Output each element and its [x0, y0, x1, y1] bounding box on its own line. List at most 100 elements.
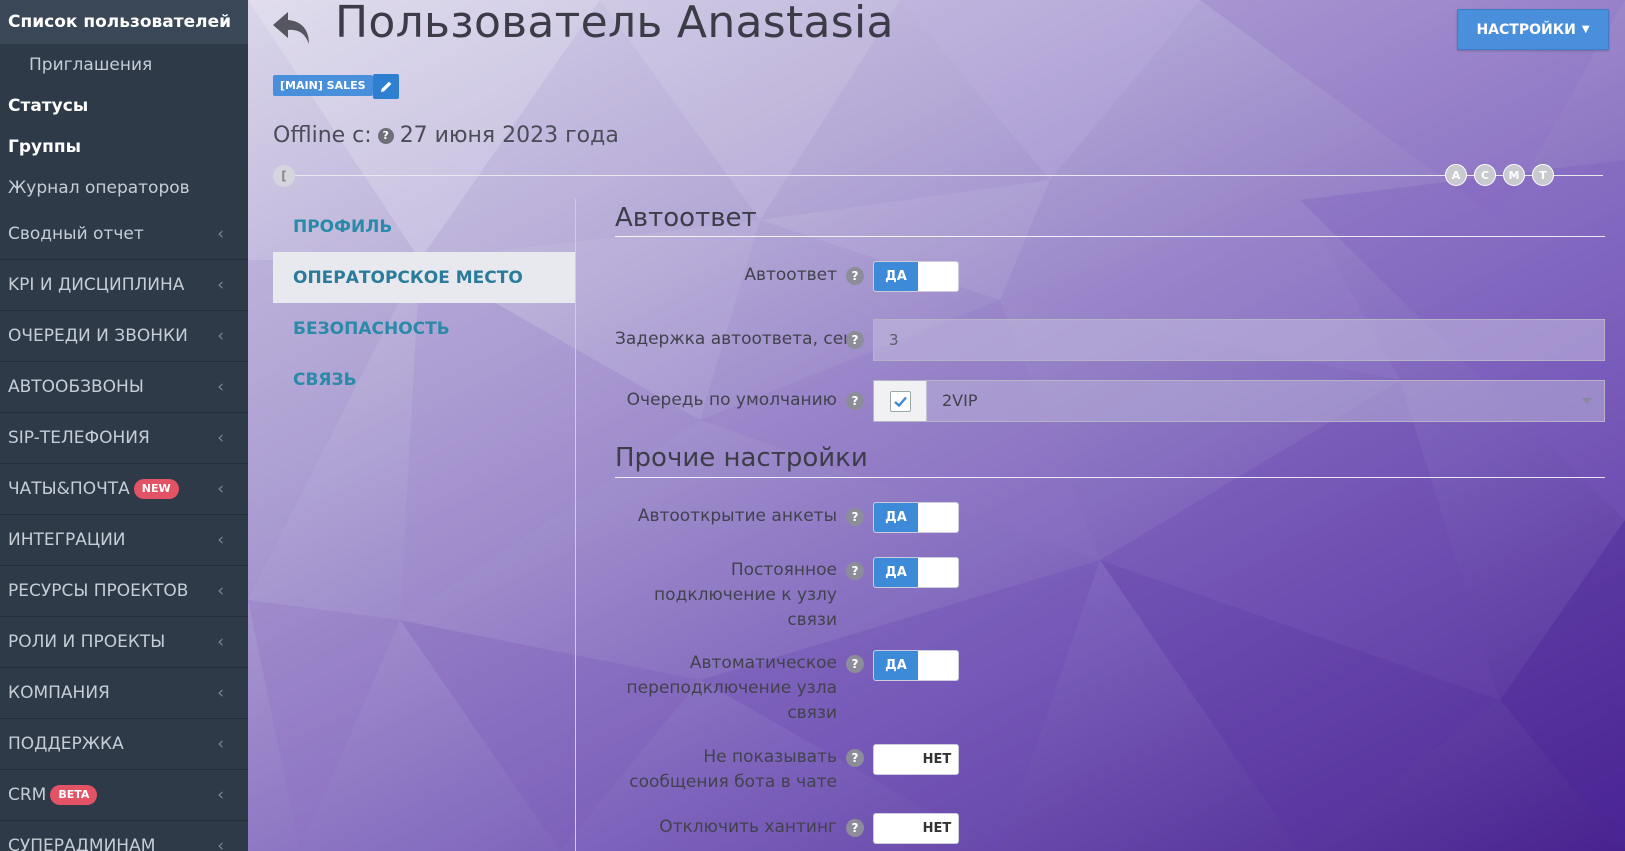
new-badge: NEW	[133, 479, 179, 499]
tab-communication[interactable]: СВЯЗЬ	[273, 354, 575, 405]
sidebar-item-project-resources[interactable]: РЕСУРСЫ ПРОЕКТОВ ‹	[0, 565, 248, 616]
toggle-off-label: НЕТ	[916, 745, 958, 774]
sidebar-item-autodial[interactable]: АВТООБЗВОНЫ ‹	[0, 361, 248, 412]
sidebar-item-label: РОЛИ И ПРОЕКТЫ	[8, 632, 166, 652]
disable-hunting-toggle[interactable]: НЕТ	[873, 813, 959, 844]
help-icon[interactable]: ?	[377, 127, 394, 144]
toggle-on-label: ДА	[874, 503, 918, 532]
chevron-down-icon: ▼	[1581, 24, 1590, 35]
section-title-other: Прочие настройки	[615, 443, 868, 473]
autoreply-delay-input[interactable]	[873, 319, 1605, 361]
sidebar-item-queues[interactable]: ОЧЕРЕДИ И ЗВОНКИ ‹	[0, 310, 248, 361]
toggle-on-label: ДА	[874, 651, 918, 680]
auto-reconnect-label-line3: связи	[787, 703, 837, 723]
chevron-left-icon: ‹	[217, 326, 224, 346]
auto-reconnect-toggle[interactable]: ДА	[873, 650, 959, 681]
sidebar-item-label: ИНТЕГРАЦИИ	[8, 530, 126, 550]
hide-bot-messages-label-line1: Не показывать	[703, 747, 837, 767]
hide-bot-messages-toggle[interactable]: НЕТ	[873, 744, 959, 775]
settings-button[interactable]: НАСТРОЙКИ ▼	[1457, 9, 1609, 50]
sidebar-item-label: КОМПАНИЯ	[8, 683, 110, 703]
checkmark-icon	[889, 390, 911, 412]
sidebar-item-support[interactable]: ПОДДЕРЖКА ‹	[0, 718, 248, 769]
sidebar-item-label: KPI И ДИСЦИПЛИНА	[8, 275, 185, 295]
chevron-left-icon: ‹	[217, 785, 224, 805]
timeline-marker-c[interactable]: C	[1474, 164, 1496, 186]
timeline-marker-m[interactable]: M	[1503, 164, 1525, 186]
timeline-start-marker[interactable]: [	[273, 165, 295, 187]
help-icon[interactable]: ?	[846, 508, 864, 526]
autoreply-toggle[interactable]: ДА	[873, 261, 959, 292]
sidebar-item-label: ЧАТЫ&ПОЧТА	[8, 479, 130, 499]
sidebar-item-statuses[interactable]: Статусы	[0, 85, 248, 126]
persistent-connection-label-line3: связи	[787, 610, 837, 630]
auto-reconnect-label-line2: переподключение узла	[626, 678, 837, 698]
auto-reconnect-label-line1: Автоматическое	[689, 653, 837, 673]
tab-divider	[575, 199, 576, 851]
help-icon[interactable]: ?	[846, 331, 864, 349]
sidebar-item-kpi[interactable]: KPI И ДИСЦИПЛИНА ‹	[0, 259, 248, 310]
toggle-on-label: ДА	[874, 558, 918, 587]
settings-button-label: НАСТРОЙКИ	[1476, 21, 1576, 38]
sidebar-item-label: РЕСУРСЫ ПРОЕКТОВ	[8, 581, 189, 601]
sidebar-item-invitations[interactable]: Приглашения	[0, 44, 248, 85]
sidebar-item-label: CRM	[8, 785, 47, 805]
chevron-left-icon: ‹	[217, 428, 224, 448]
sidebar-item-label: Группы	[8, 136, 81, 157]
section-divider	[615, 236, 1605, 237]
autoopen-form-toggle[interactable]: ДА	[873, 502, 959, 533]
sidebar-item-chats-mail[interactable]: ЧАТЫ&ПОЧТА NEW ‹	[0, 463, 248, 514]
settings-tabs: ПРОФИЛЬ ОПЕРАТОРСКОЕ МЕСТО БЕЗОПАСНОСТЬ …	[273, 201, 575, 405]
sidebar-item-users-list[interactable]: Список пользователей	[0, 0, 248, 44]
chevron-left-icon: ‹	[217, 530, 224, 550]
edit-tag-button[interactable]	[373, 74, 399, 99]
hide-bot-messages-label-line2: сообщения бота в чате	[629, 772, 837, 792]
sidebar-item-label: ПОДДЕРЖКА	[8, 734, 124, 754]
sidebar-item-superadmins[interactable]: СУПЕРАДМИНАМ ‹	[0, 820, 248, 851]
default-queue-select[interactable]: 2VIP	[873, 380, 1605, 422]
sidebar-item-label: Сводный отчет	[8, 223, 144, 244]
help-icon[interactable]: ?	[846, 749, 864, 767]
help-icon[interactable]: ?	[846, 655, 864, 673]
chevron-left-icon: ‹	[217, 734, 224, 754]
help-icon[interactable]: ?	[846, 392, 864, 410]
help-icon[interactable]: ?	[846, 267, 864, 285]
sidebar-item-label: ОЧЕРЕДИ И ЗВОНКИ	[8, 326, 188, 346]
back-arrow-icon[interactable]	[270, 8, 318, 48]
toggle-on-label: ДА	[874, 262, 918, 291]
sidebar-item-label: Статусы	[8, 95, 89, 116]
help-icon[interactable]: ?	[846, 562, 864, 580]
chevron-left-icon: ‹	[217, 632, 224, 652]
section-divider	[615, 477, 1605, 478]
sidebar-item-integrations[interactable]: ИНТЕГРАЦИИ ‹	[0, 514, 248, 565]
tab-profile[interactable]: ПРОФИЛЬ	[273, 201, 575, 252]
page-title: Пользователь Anastasia	[335, 0, 894, 48]
tab-security[interactable]: БЕЗОПАСНОСТЬ	[273, 303, 575, 354]
queue-selected-value: 2VIP	[942, 391, 978, 410]
sidebar-item-roles-projects[interactable]: РОЛИ И ПРОЕКТЫ ‹	[0, 616, 248, 667]
default-queue-label: Очередь по умолчанию	[626, 390, 837, 410]
sidebar-item-sip[interactable]: SIP-ТЕЛЕФОНИЯ ‹	[0, 412, 248, 463]
chevron-down-icon	[1582, 398, 1592, 404]
sidebar-item-groups[interactable]: Группы	[0, 126, 248, 167]
disable-hunting-label: Отключить хантинг	[659, 817, 837, 837]
sidebar-item-label: АВТООБЗВОНЫ	[8, 377, 144, 397]
help-icon[interactable]: ?	[846, 819, 864, 837]
tab-operator-workplace[interactable]: ОПЕРАТОРСКОЕ МЕСТО	[273, 252, 575, 303]
queue-checkbox[interactable]	[874, 381, 927, 421]
sidebar-item-summary-report[interactable]: Сводный отчет ‹	[0, 208, 248, 259]
sidebar-item-company[interactable]: КОМПАНИЯ ‹	[0, 667, 248, 718]
sidebar-item-crm[interactable]: CRM BETA ‹	[0, 769, 248, 820]
offline-status: Offline с: ? 27 июня 2023 года	[273, 123, 619, 148]
persistent-connection-label-line2: подключение к узлу	[654, 585, 837, 605]
pencil-icon	[380, 81, 391, 92]
persistent-connection-toggle[interactable]: ДА	[873, 557, 959, 588]
beta-badge: BETA	[50, 785, 98, 805]
chevron-left-icon: ‹	[217, 683, 224, 703]
chevron-left-icon: ‹	[217, 275, 224, 295]
sidebar-item-operator-log[interactable]: Журнал операторов	[0, 167, 248, 208]
timeline-marker-t[interactable]: T	[1532, 164, 1554, 186]
timeline-marker-a[interactable]: A	[1445, 164, 1467, 186]
sidebar-item-label: СУПЕРАДМИНАМ	[8, 836, 156, 851]
autoreply-label: Автоответ	[744, 265, 837, 285]
